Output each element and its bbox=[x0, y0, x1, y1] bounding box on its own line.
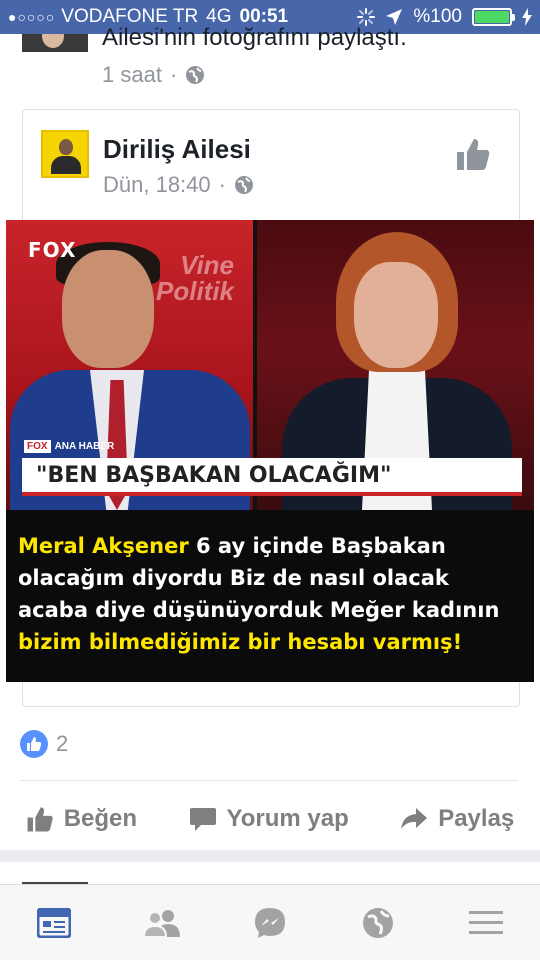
tab-news-feed[interactable] bbox=[24, 893, 84, 953]
previous-post-meta: 1 saat · bbox=[102, 62, 205, 88]
post-time[interactable]: Dün, 18:40 bbox=[103, 172, 211, 198]
like-button[interactable]: Beğen bbox=[26, 805, 137, 833]
reaction-summary[interactable]: 2 bbox=[20, 730, 68, 758]
globe-icon bbox=[186, 66, 205, 84]
globe-notifications-icon bbox=[363, 907, 393, 938]
comment-icon bbox=[189, 808, 216, 831]
friends-icon bbox=[142, 909, 180, 938]
tab-friends[interactable] bbox=[132, 893, 192, 953]
news-headline: "BEN BAŞBAKAN OLACAĞIM" bbox=[22, 458, 522, 496]
battery-icon bbox=[472, 8, 515, 26]
channel-logo: FOX bbox=[28, 238, 77, 262]
battery-percent: %100 bbox=[413, 6, 462, 27]
guest-face bbox=[354, 262, 438, 368]
news-feed-icon bbox=[37, 907, 71, 938]
bottom-tab-bar bbox=[0, 884, 540, 960]
previous-post-time[interactable]: 1 saat bbox=[102, 62, 162, 88]
comment-button[interactable]: Yorum yap bbox=[189, 805, 349, 833]
tab-notifications[interactable] bbox=[348, 893, 408, 953]
news-tag: FOX ANA HABER bbox=[24, 440, 114, 453]
globe-icon bbox=[234, 176, 253, 194]
tab-messenger[interactable] bbox=[240, 893, 300, 953]
previous-post-fragment: Ailesi'nin fotoğrafını paylaştı. 1 saat … bbox=[0, 24, 540, 94]
page-name[interactable]: Diriliş Ailesi bbox=[103, 134, 251, 165]
comment-label: Yorum yap bbox=[226, 805, 349, 832]
divider bbox=[20, 780, 518, 781]
share-arrow-icon bbox=[401, 808, 428, 829]
share-label: Paylaş bbox=[438, 805, 515, 832]
like-reaction-icon bbox=[20, 730, 48, 758]
tab-menu[interactable] bbox=[456, 893, 516, 953]
thumbs-up-icon bbox=[27, 807, 53, 832]
program-logo: Vine Politik bbox=[156, 250, 235, 306]
feed-separator bbox=[0, 850, 540, 862]
like-count: 2 bbox=[56, 731, 69, 756]
signal-strength: ●○○○○ bbox=[8, 9, 56, 25]
page-avatar[interactable] bbox=[41, 130, 89, 178]
like-label: Beğen bbox=[63, 805, 138, 832]
post-meta: Dün, 18:40 · bbox=[103, 172, 254, 198]
charging-bolt-icon bbox=[522, 8, 532, 26]
post-actions: Beğen Yorum yap Paylaş bbox=[0, 796, 540, 842]
post-image[interactable]: FOX Vine Politik FOX ANA HABER "BEN BAŞB… bbox=[6, 220, 534, 682]
share-button[interactable]: Paylaş bbox=[400, 805, 514, 833]
hamburger-menu-icon bbox=[469, 910, 503, 934]
presenter-face bbox=[62, 250, 154, 368]
messenger-icon bbox=[255, 907, 285, 938]
image-caption: Meral Akşener 6 ay içinde Başbakan olaca… bbox=[18, 534, 500, 654]
previous-post-thumbnail[interactable] bbox=[22, 34, 88, 52]
previous-post-text: Ailesi'nin fotoğrafını paylaştı. bbox=[102, 24, 407, 51]
like-page-icon[interactable] bbox=[455, 136, 491, 172]
